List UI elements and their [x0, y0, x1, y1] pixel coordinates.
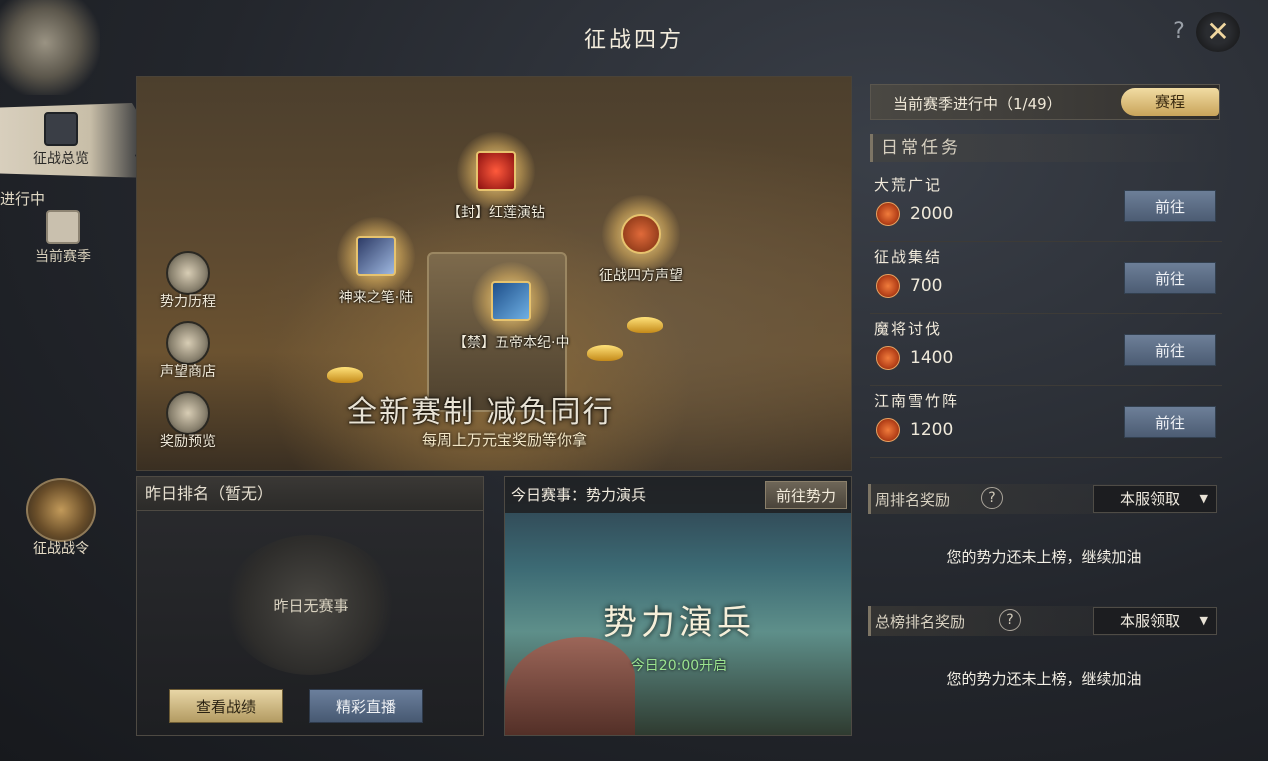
- task-name: 大荒广记: [874, 176, 943, 194]
- nav-overview[interactable]: 征战总览: [6, 112, 116, 168]
- task-go-button[interactable]: 前往: [1124, 406, 1216, 438]
- task-row: 征战集结 700 前往: [870, 242, 1222, 314]
- season-status-bar: 当前赛季进行中（1/49） 赛程: [870, 84, 1220, 120]
- war-token-icon: [26, 478, 96, 542]
- task-row: 大荒广记 2000 前往: [870, 170, 1222, 242]
- total-rank-help-icon[interactable]: ?: [999, 609, 1021, 631]
- season-banner: 【封】红莲演钻 神来之笔·陆 征战四方声望 【禁】五帝本纪·中 势力历程 声望商…: [136, 76, 852, 471]
- today-event-panel: 今日赛事：势力演兵 前往势力 势力演兵 今日20:00开启: [504, 476, 852, 736]
- weekly-rank-message: 您的势力还未上榜，继续加油: [946, 548, 1142, 566]
- yesterday-rank-panel: 昨日排名（暂无） 昨日无赛事 查看战绩 精彩直播: [136, 476, 484, 736]
- shop-icon: [166, 321, 210, 365]
- gold-ingot-icon: [587, 345, 623, 361]
- reward-item[interactable]: 【封】红莲演钻: [447, 132, 545, 222]
- crossed-swords-icon: [621, 214, 661, 254]
- side-button-label: 声望商店: [160, 364, 216, 380]
- task-points: 1200: [910, 420, 954, 440]
- nav-current-season[interactable]: 当前赛季: [8, 210, 118, 266]
- task-points: 700: [910, 276, 943, 296]
- event-title: 势力演兵: [603, 603, 755, 643]
- task-row: 魔将讨伐 1400 前往: [870, 314, 1222, 386]
- banner-sub-slogan: 每周上万元宝奖励等你拿: [422, 431, 588, 449]
- task-name: 征战集结: [874, 248, 943, 266]
- dropdown-value: 本服领取: [1120, 612, 1181, 630]
- side-button-label: 势力历程: [160, 294, 216, 310]
- window-title: 征战四方: [583, 28, 684, 53]
- task-go-button[interactable]: 前往: [1124, 334, 1216, 366]
- war-point-icon: [876, 202, 900, 226]
- task-name: 江南雪竹阵: [874, 392, 960, 410]
- game-window: 征战四方 ? ✕ 征战总览 进行中 当前赛季 征战战令 【封】红莲演钻 神来之笔…: [0, 0, 1268, 761]
- schedule-button[interactable]: 赛程: [1121, 88, 1219, 116]
- war-point-icon: [876, 418, 900, 442]
- crossed-swords-icon: [44, 112, 78, 146]
- reward-item[interactable]: 【禁】五帝本纪·中: [453, 262, 569, 352]
- in-progress-tag: 进行中: [0, 190, 46, 208]
- calendar-icon: [166, 251, 210, 295]
- help-button[interactable]: ?: [1166, 18, 1192, 46]
- goto-faction-button[interactable]: 前往势力: [764, 481, 847, 509]
- weekly-rank-help-icon[interactable]: ?: [981, 487, 1003, 509]
- total-rank-message: 您的势力还未上榜，继续加油: [946, 670, 1142, 688]
- brush-icon: [356, 236, 396, 276]
- live-broadcast-button[interactable]: 精彩直播: [309, 689, 423, 723]
- chevron-down-icon: ▼: [1199, 614, 1208, 627]
- chevron-down-icon: ▼: [1199, 492, 1208, 505]
- reward-item[interactable]: 神来之笔·陆: [337, 217, 415, 307]
- total-rank-reward-row: 总榜排名奖励 ? 本服领取 ▼: [868, 606, 1220, 636]
- task-go-button[interactable]: 前往: [1124, 190, 1216, 222]
- task-name: 魔将讨伐: [874, 320, 943, 338]
- close-button[interactable]: ✕: [1196, 12, 1240, 52]
- total-rank-label: 总榜排名奖励: [875, 613, 966, 631]
- event-scene-image: [505, 637, 635, 735]
- task-points: 2000: [910, 204, 954, 224]
- task-row: 江南雪竹阵 1200 前往: [870, 386, 1222, 458]
- nav-current-season-label: 当前赛季: [35, 249, 91, 265]
- book-icon: [491, 281, 532, 321]
- total-rank-server-dropdown[interactable]: 本服领取 ▼: [1093, 607, 1217, 635]
- gold-ingot-icon: [327, 367, 363, 383]
- banner-slogan: 全新赛制 减负同行: [347, 395, 615, 430]
- task-go-button[interactable]: 前往: [1124, 262, 1216, 294]
- nav-war-token-label: 征战战令: [33, 541, 89, 557]
- no-event-text: 昨日无赛事: [273, 597, 349, 615]
- yesterday-rank-header: 昨日排名（暂无）: [137, 477, 483, 511]
- side-button-label: 奖励预览: [160, 434, 216, 450]
- faction-history-button[interactable]: 势力历程: [151, 251, 225, 311]
- reputation-shop-button[interactable]: 声望商店: [151, 321, 225, 381]
- reward-preview-button[interactable]: 奖励预览: [151, 391, 225, 451]
- nav-overview-label: 征战总览: [33, 151, 89, 167]
- weekly-rank-label: 周排名奖励: [875, 491, 951, 509]
- weekly-rank-server-dropdown[interactable]: 本服领取 ▼: [1093, 485, 1217, 513]
- season-status-text: 当前赛季进行中（1/49）: [893, 95, 1062, 113]
- nav-war-token[interactable]: 征战战令: [6, 478, 116, 558]
- gold-ingot-icon: [627, 317, 663, 333]
- dropdown-value: 本服领取: [1120, 490, 1181, 508]
- war-banner-icon: [46, 210, 80, 244]
- task-points: 1400: [910, 348, 954, 368]
- event-start-time: 今日20:00开启: [630, 658, 728, 674]
- reward-item[interactable]: 征战四方声望: [599, 195, 683, 285]
- daily-tasks-header: 日常任务: [870, 134, 1220, 162]
- weekly-rank-reward-row: 周排名奖励 ? 本服领取 ▼: [868, 484, 1220, 514]
- view-record-button[interactable]: 查看战绩: [169, 689, 283, 723]
- war-point-icon: [876, 274, 900, 298]
- chest-icon: [166, 391, 210, 435]
- war-point-icon: [876, 346, 900, 370]
- red-gem-icon: [476, 151, 516, 191]
